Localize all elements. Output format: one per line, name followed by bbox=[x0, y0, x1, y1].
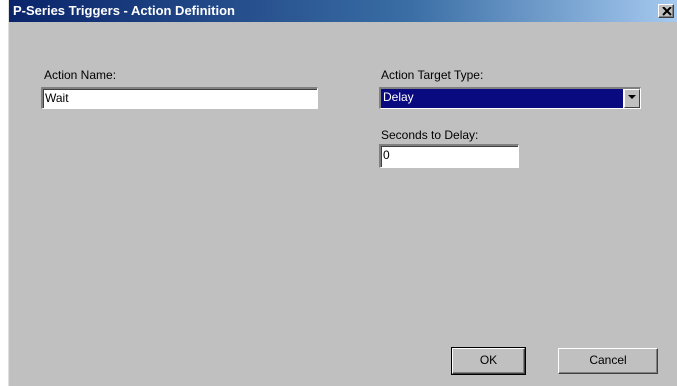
target-type-label: Action Target Type: bbox=[381, 68, 484, 82]
dialog-window: P-Series Triggers - Action Definition Ac… bbox=[8, 0, 677, 386]
title-bar[interactable]: P-Series Triggers - Action Definition bbox=[9, 0, 677, 22]
target-type-value: Delay bbox=[381, 89, 623, 108]
action-name-label: Action Name: bbox=[44, 68, 117, 82]
action-name-input[interactable]: Wait bbox=[41, 87, 318, 109]
chevron-down-icon bbox=[628, 95, 636, 99]
ok-button[interactable]: OK bbox=[451, 347, 526, 375]
close-icon bbox=[662, 7, 672, 16]
cancel-button[interactable]: Cancel bbox=[558, 348, 658, 374]
window-title: P-Series Triggers - Action Definition bbox=[13, 3, 235, 18]
target-type-dropdown-button[interactable] bbox=[624, 89, 640, 108]
seconds-to-delay-label: Seconds to Delay: bbox=[381, 128, 479, 142]
close-button[interactable] bbox=[658, 4, 674, 18]
target-type-select[interactable]: Delay bbox=[379, 87, 641, 109]
seconds-to-delay-input[interactable]: 0 bbox=[379, 144, 519, 168]
